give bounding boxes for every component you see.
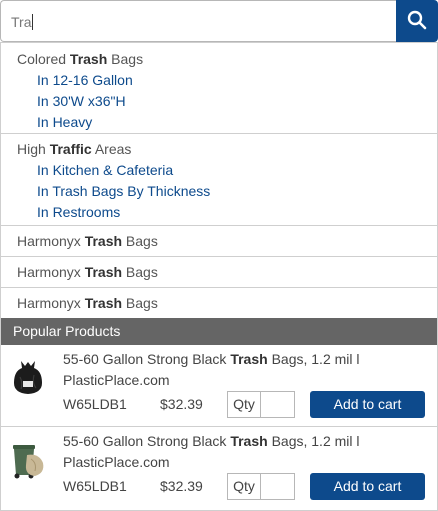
product-sku: W65LDB1 [63, 478, 127, 494]
product-item: 55-60 Gallon Strong Black Trash Bags, 1.… [1, 427, 437, 509]
suggestion-term[interactable]: Harmonyx Trash Bags [1, 288, 437, 318]
popular-products-header: Popular Products [1, 318, 437, 345]
suggestion-term[interactable]: Colored Trash Bags [1, 49, 437, 70]
suggestion-group: High Traffic Areas In Kitchen & Cafeteri… [1, 134, 437, 226]
search-input[interactable]: Tra [0, 0, 397, 42]
qty-label: Qty [227, 391, 260, 418]
suggestion-category-link[interactable]: In Trash Bags By Thickness [1, 181, 437, 202]
suggestion-term[interactable]: High Traffic Areas [1, 139, 437, 160]
autocomplete-dropdown: Colored Trash Bags In 12-16 Gallon In 30… [0, 42, 438, 511]
add-to-cart-button[interactable]: Add to cart [310, 391, 425, 418]
suggestion-term[interactable]: Harmonyx Trash Bags [1, 226, 437, 257]
add-to-cart-button[interactable]: Add to cart [310, 473, 425, 500]
suggestion-category-link[interactable]: In 12-16 Gallon [1, 70, 437, 91]
product-sku: W65LDB1 [63, 396, 127, 412]
trash-can-with-bag-icon[interactable] [9, 439, 47, 479]
suggestion-category-link[interactable]: In 30'W x36"H [1, 91, 437, 112]
qty-label: Qty [227, 473, 260, 500]
suggestion-category-link[interactable]: In Restrooms [1, 202, 437, 223]
suggestion-category-link[interactable]: In Heavy [1, 112, 437, 133]
suggestion-term[interactable]: Harmonyx Trash Bags [1, 257, 437, 288]
qty-input[interactable] [260, 391, 295, 418]
text-caret [32, 14, 34, 30]
product-price: $32.39 [160, 478, 203, 494]
product-name[interactable]: 55-60 Gallon Strong Black Trash Bags, 1.… [63, 431, 393, 473]
suggestion-category-link[interactable]: In Kitchen & Cafeteria [1, 160, 437, 181]
product-item: 55-60 Gallon Strong Black Trash Bags, 1.… [1, 345, 437, 427]
product-name[interactable]: 55-60 Gallon Strong Black Trash Bags, 1.… [63, 349, 393, 391]
qty-input[interactable] [260, 473, 295, 500]
search-input-value: Tra [11, 14, 34, 30]
suggestion-group: Colored Trash Bags In 12-16 Gallon In 30… [1, 43, 437, 134]
product-price: $32.39 [160, 396, 203, 412]
search-button[interactable] [396, 0, 438, 42]
search-icon [407, 10, 427, 33]
search-bar: Tra [0, 0, 438, 42]
black-trash-bag-icon[interactable] [9, 357, 47, 397]
